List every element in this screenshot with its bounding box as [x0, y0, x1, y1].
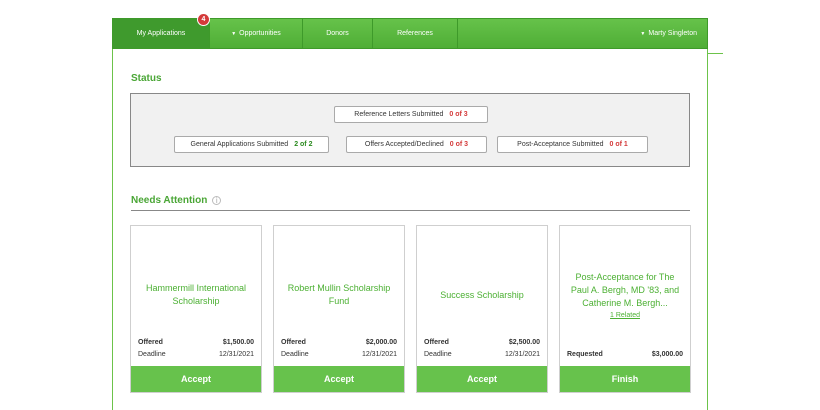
related-link[interactable]: 1 Related	[610, 311, 640, 320]
status-label: Offers Accepted/Declined	[364, 141, 444, 148]
status-general-applications[interactable]: General Applications Submitted 2 of 2	[174, 136, 329, 153]
status-reference-letters[interactable]: Reference Letters Submitted 0 of 3	[334, 106, 488, 123]
status-post-acceptance[interactable]: Post-Acceptance Submitted 0 of 1	[497, 136, 648, 153]
card-title-box: Post-Acceptance for The Paul A. Bergh, M…	[566, 250, 684, 340]
info-icon[interactable]: i	[212, 196, 222, 205]
heading-text: Needs Attention	[131, 195, 208, 206]
caret-down-icon: ▼	[231, 30, 237, 37]
card-title[interactable]: Hammermill International Scholarship	[137, 282, 255, 308]
notification-badge: 4	[197, 13, 210, 26]
tab-label: References	[397, 30, 433, 37]
card-row-requested: Requested $3,000.00	[567, 351, 683, 358]
tab-label: My Applications	[136, 30, 186, 37]
status-value: 2 of 2	[294, 141, 313, 148]
row-label: Deadline	[281, 351, 309, 358]
row-label: Deadline	[424, 351, 452, 358]
accept-button[interactable]: Accept	[131, 366, 261, 392]
row-value: $3,000.00	[651, 351, 683, 358]
row-value: $2,000.00	[365, 339, 397, 346]
decor-line	[707, 53, 723, 54]
card-title[interactable]: Robert Mullin Scholarship Fund	[280, 282, 398, 308]
tab-label: Opportunities	[239, 30, 281, 37]
accept-button[interactable]: Accept	[417, 366, 547, 392]
row-value: $1,500.00	[222, 339, 254, 346]
tab-my-applications[interactable]: My Applications 4	[113, 13, 210, 48]
top-navbar: My Applications 4 ▼ Opportunities Donors…	[112, 13, 708, 49]
row-label: Deadline	[138, 351, 166, 358]
card-title[interactable]: Success Scholarship	[440, 289, 524, 302]
status-label: Reference Letters Submitted	[354, 111, 444, 118]
status-value: 0 of 1	[609, 141, 628, 148]
tab-donors[interactable]: Donors	[303, 19, 373, 48]
tab-opportunities[interactable]: ▼ Opportunities	[210, 19, 303, 48]
card-row-offered: Offered $2,500.00	[424, 339, 540, 346]
status-value: 0 of 3	[449, 141, 469, 148]
row-value: $2,500.00	[508, 339, 540, 346]
status-heading: Status	[131, 73, 162, 84]
card-row-deadline: Deadline 12/31/2021	[281, 351, 397, 358]
card-row-offered: Offered $2,000.00	[281, 339, 397, 346]
divider	[131, 210, 690, 211]
card-title-box: Robert Mullin Scholarship Fund	[280, 250, 398, 340]
row-label: Requested	[567, 351, 603, 358]
attention-card: Hammermill International Scholarship Off…	[130, 225, 262, 393]
row-label: Offered	[424, 339, 449, 346]
caret-down-icon: ▼	[640, 30, 646, 37]
accept-button[interactable]: Accept	[274, 366, 404, 392]
card-title-box: Success Scholarship	[423, 250, 541, 340]
status-label: General Applications Submitted	[190, 141, 289, 148]
row-label: Offered	[281, 339, 306, 346]
attention-card: Robert Mullin Scholarship Fund Offered $…	[273, 225, 405, 393]
attention-card: Post-Acceptance for The Paul A. Bergh, M…	[559, 225, 691, 393]
status-offers[interactable]: Offers Accepted/Declined 0 of 3	[346, 136, 487, 153]
user-name: Marty Singleton	[648, 30, 697, 37]
needs-attention-heading: Needs Attention i	[131, 195, 222, 206]
card-title-box: Hammermill International Scholarship	[137, 250, 255, 340]
row-label: Offered	[138, 339, 163, 346]
status-value: 0 of 3	[449, 111, 468, 118]
row-value: 12/31/2021	[361, 351, 397, 358]
row-value: 12/31/2021	[218, 351, 254, 358]
tab-label: Donors	[326, 30, 349, 37]
status-panel: Reference Letters Submitted 0 of 3 Gener…	[130, 93, 690, 167]
status-label: Post-Acceptance Submitted	[517, 141, 604, 148]
tab-references[interactable]: References	[373, 19, 458, 48]
card-row-deadline: Deadline 12/31/2021	[138, 351, 254, 358]
row-value: 12/31/2021	[504, 351, 540, 358]
card-title[interactable]: Post-Acceptance for The Paul A. Bergh, M…	[566, 271, 684, 310]
card-row-offered: Offered $1,500.00	[138, 339, 254, 346]
finish-button[interactable]: Finish	[560, 366, 690, 392]
card-row-deadline: Deadline 12/31/2021	[424, 351, 540, 358]
user-menu[interactable]: ▼ Marty Singleton	[640, 30, 697, 37]
attention-card: Success Scholarship Offered $2,500.00 De…	[416, 225, 548, 393]
